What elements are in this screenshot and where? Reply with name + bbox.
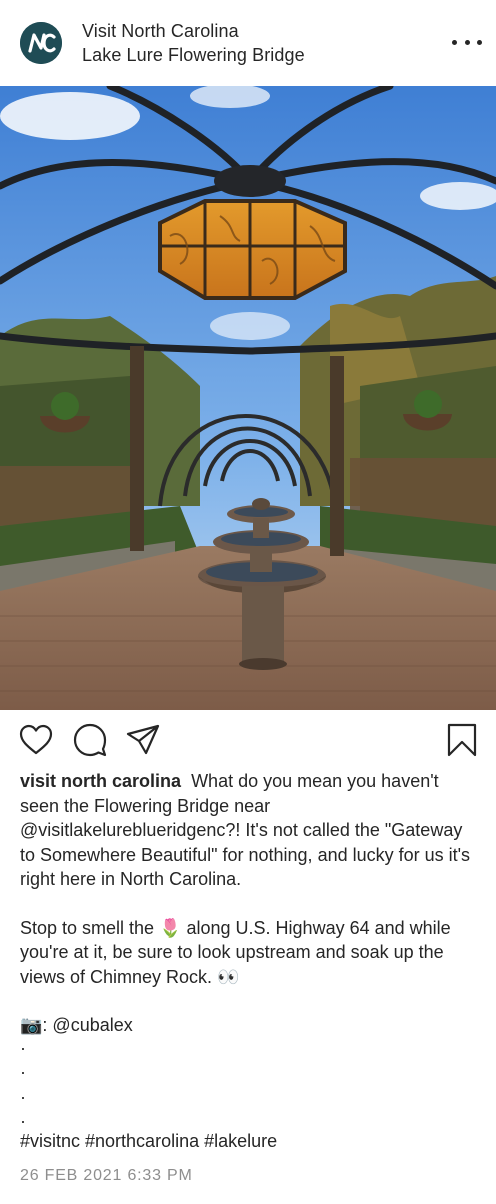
hashtags[interactable]: #visitnc #northcarolina #lakelure (20, 1129, 277, 1153)
caption-paragraph-2: Stop to smell the 🌷 along U.S. Highway 6… (20, 916, 480, 990)
comment-icon[interactable] (72, 722, 108, 758)
credit-text[interactable]: : @cubalex (42, 1015, 132, 1035)
photo-credit: 📷: @cubalex (20, 1013, 480, 1038)
location-link[interactable]: Lake Lure Flowering Bridge (82, 43, 305, 67)
dot: · (20, 1062, 26, 1083)
bookmark-icon[interactable] (444, 722, 480, 758)
post-actions (0, 722, 496, 762)
more-options-icon[interactable] (452, 32, 482, 52)
nc-logo-icon (20, 22, 62, 64)
dot: · (20, 1038, 26, 1058)
avatar[interactable] (20, 22, 62, 64)
caption-dots: · · · · (20, 1036, 26, 1134)
post-timestamp[interactable]: 26 FEB 2021 6:33 PM (20, 1165, 193, 1187)
dot: · (20, 1086, 26, 1107)
caption-paragraph-1: visit north carolina What do you mean yo… (20, 769, 480, 892)
send-icon[interactable] (125, 722, 161, 758)
post-photo[interactable] (0, 86, 496, 710)
caption-username[interactable]: visit north carolina (20, 771, 181, 791)
account-name[interactable]: Visit North Carolina (82, 19, 239, 43)
caption-text-2a: Stop to smell the (20, 917, 160, 938)
post-header: Visit North Carolina Lake Lure Flowering… (0, 0, 496, 86)
tulip-emoji: 🌷 (159, 917, 182, 938)
camera-emoji: 📷 (20, 1015, 43, 1035)
post-caption: visit north carolina What do you mean yo… (20, 769, 480, 1038)
heart-icon[interactable] (18, 722, 54, 758)
